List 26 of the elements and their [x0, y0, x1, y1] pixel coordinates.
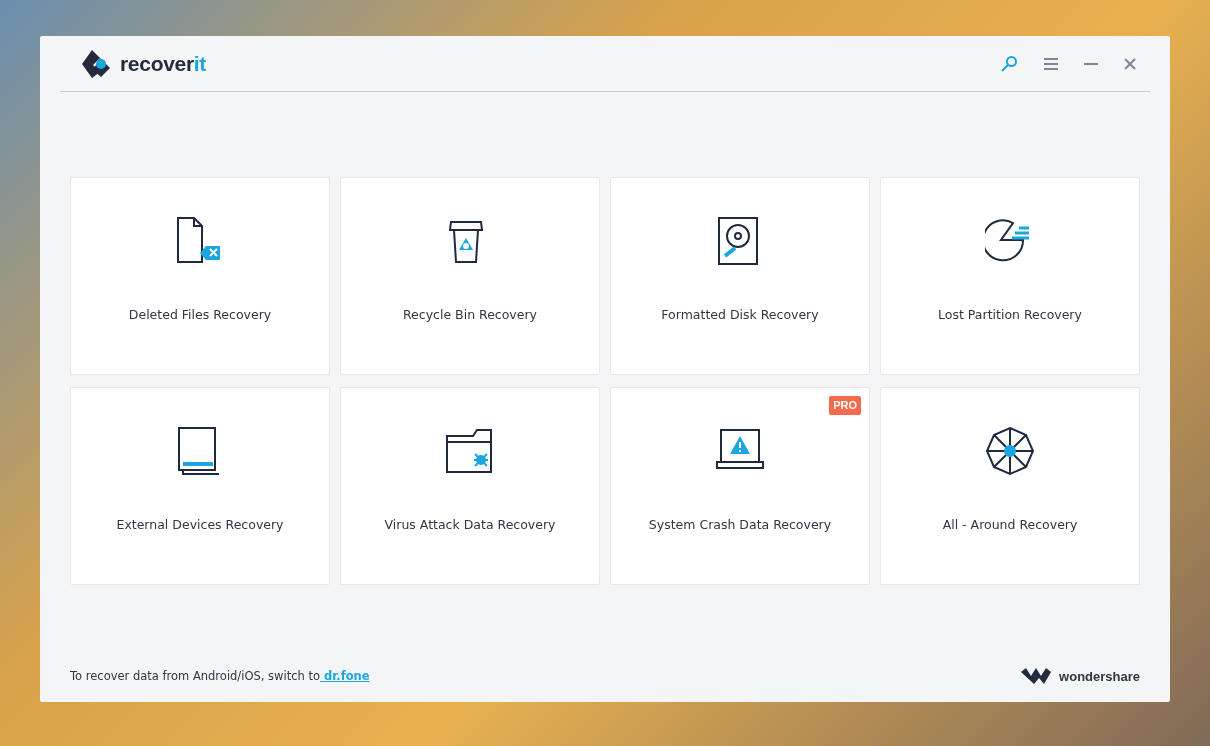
close-icon[interactable]: [1124, 57, 1136, 70]
option-label: Recycle Bin Recovery: [403, 306, 537, 324]
footer-note: To recover data from Android/iOS, switch to dr.fone: [70, 667, 370, 685]
recovery-option-card[interactable]: Lost Partition Recovery: [880, 177, 1140, 375]
option-label: External Devices Recovery: [116, 516, 284, 534]
option-label: System Crash Data Recovery: [648, 516, 832, 534]
recovery-option-card[interactable]: Formatted Disk Recovery: [610, 177, 870, 375]
option-label: All - Around Recovery: [942, 516, 1078, 534]
option-label: Deleted Files Recovery: [128, 306, 272, 324]
logo-icon: [80, 47, 112, 80]
pro-label: PRO: [829, 396, 861, 415]
folder-bug-icon: [445, 426, 495, 476]
option-label: Virus Attack Data Recovery: [384, 516, 556, 534]
app-logo: recoverit: [120, 50, 207, 77]
recovery-option-card[interactable]: All - Around Recovery: [880, 387, 1140, 585]
recovery-option-card[interactable]: Virus Attack Data Recovery: [340, 387, 600, 585]
option-label: Formatted Disk Recovery: [661, 306, 819, 324]
recovery-option-card[interactable]: External Devices Recovery: [70, 387, 330, 585]
option-label: Lost Partition Recovery: [938, 306, 1082, 324]
brand-logo-icon: [1021, 668, 1052, 685]
recovery-option-card[interactable]: Deleted Files Recovery: [70, 177, 330, 375]
recovery-option-card[interactable]: Recycle Bin Recovery: [340, 177, 600, 375]
menu-icon[interactable]: [1044, 57, 1058, 70]
recovery-option-card[interactable]: System Crash Data Recovery PRO: [610, 387, 870, 585]
brand-name: wondershare: [1059, 667, 1140, 686]
network-icon: [985, 426, 1035, 476]
